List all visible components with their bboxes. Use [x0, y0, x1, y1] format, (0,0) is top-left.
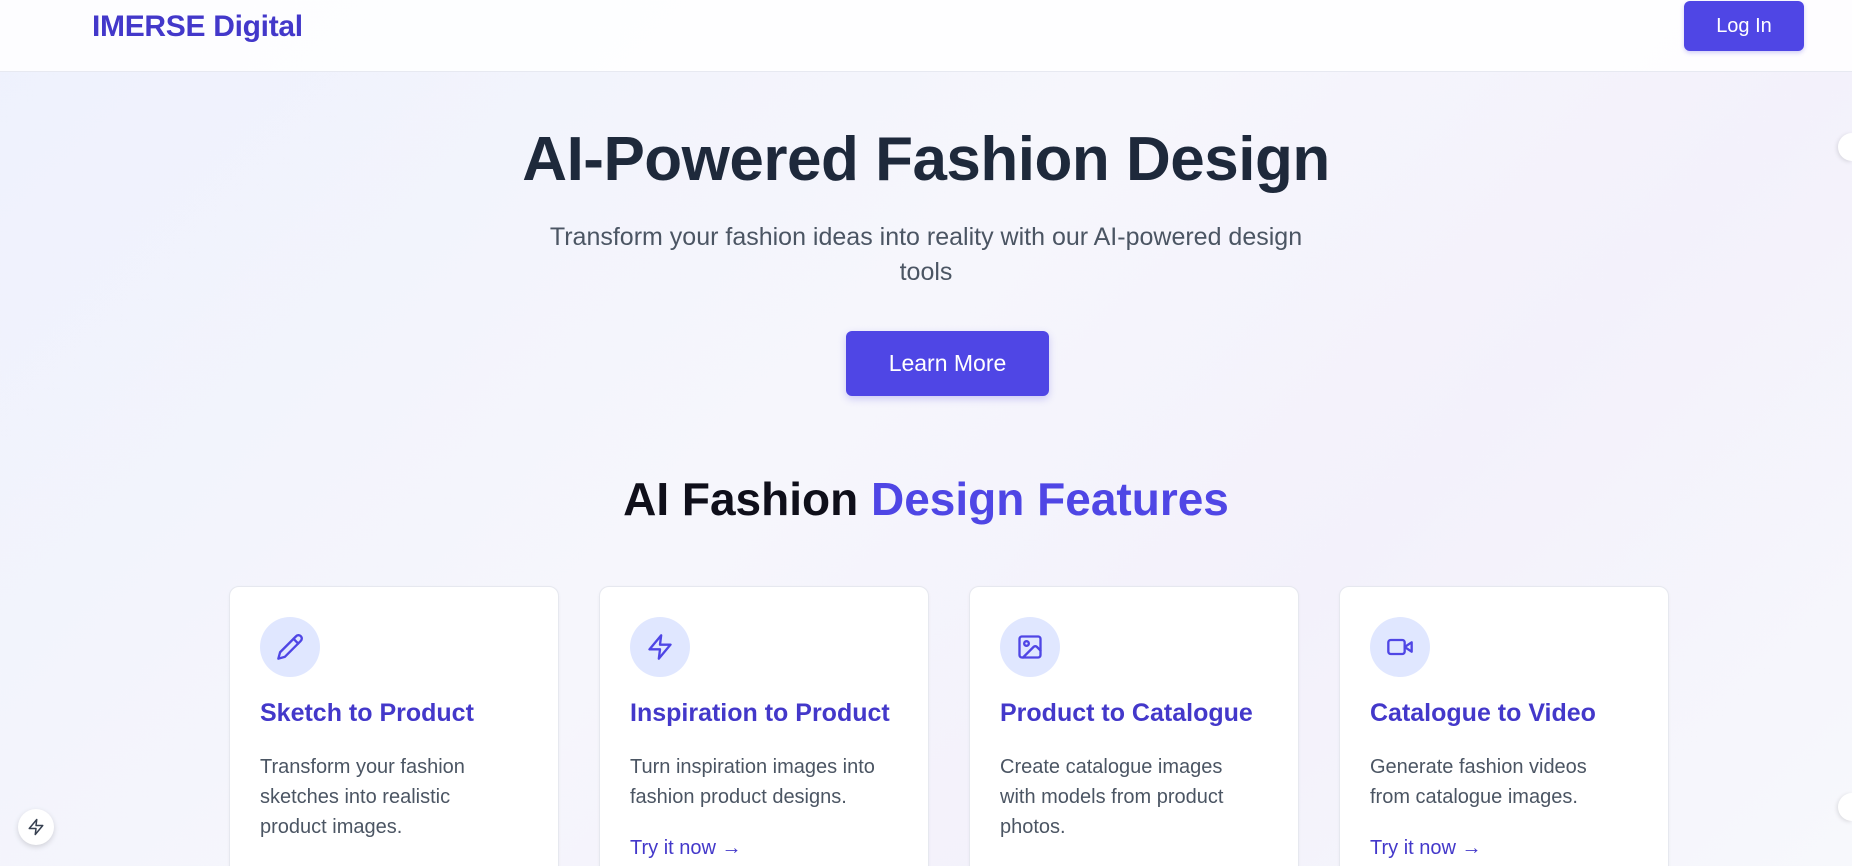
pencil-icon [260, 617, 320, 677]
feature-card-inspiration-to-product[interactable]: Inspiration to Product Turn inspiration … [599, 586, 929, 866]
edge-handle[interactable] [1838, 793, 1852, 821]
feature-card-sketch-to-product[interactable]: Sketch to Product Transform your fashion… [229, 586, 559, 866]
card-description: Transform your fashion sketches into rea… [260, 756, 465, 838]
hero-title: AI-Powered Fashion Design [522, 125, 1330, 194]
features-heading-plain: AI Fashion [623, 473, 859, 525]
card-description: Turn inspiration images into fashion pro… [630, 756, 875, 808]
card-title: Catalogue to Video [1370, 699, 1596, 727]
card-title: Sketch to Product [260, 699, 474, 727]
feature-card-catalogue-to-video[interactable]: Catalogue to Video Generate fashion vide… [1339, 586, 1669, 866]
brand-logo[interactable]: IMERSE Digital [92, 10, 303, 44]
top-navbar: IMERSE Digital Log In [0, 0, 1852, 72]
learn-more-button[interactable]: Learn More [846, 331, 1049, 396]
try-it-now-link[interactable]: Try it now → [1370, 837, 1482, 860]
bolt-icon [630, 617, 690, 677]
features-heading-accent: Design Features [871, 473, 1229, 525]
card-description: Create catalogue images with models from… [1000, 756, 1224, 838]
card-description: Generate fashion videos from catalogue i… [1370, 756, 1587, 808]
login-button[interactable]: Log In [1684, 1, 1804, 51]
feature-card-product-to-catalogue[interactable]: Product to Catalogue Create catalogue im… [969, 586, 1299, 866]
hero-subtitle: Transform your fashion ideas into realit… [549, 223, 1303, 286]
floating-bolt-button[interactable] [18, 809, 54, 845]
bolt-icon [28, 818, 44, 836]
card-title: Product to Catalogue [1000, 699, 1253, 727]
video-icon [1370, 617, 1430, 677]
image-icon [1000, 617, 1060, 677]
card-title: Inspiration to Product [630, 699, 890, 727]
try-it-now-link[interactable]: Try it now → [630, 837, 742, 860]
features-heading: AI Fashion Design Features [0, 472, 1852, 526]
